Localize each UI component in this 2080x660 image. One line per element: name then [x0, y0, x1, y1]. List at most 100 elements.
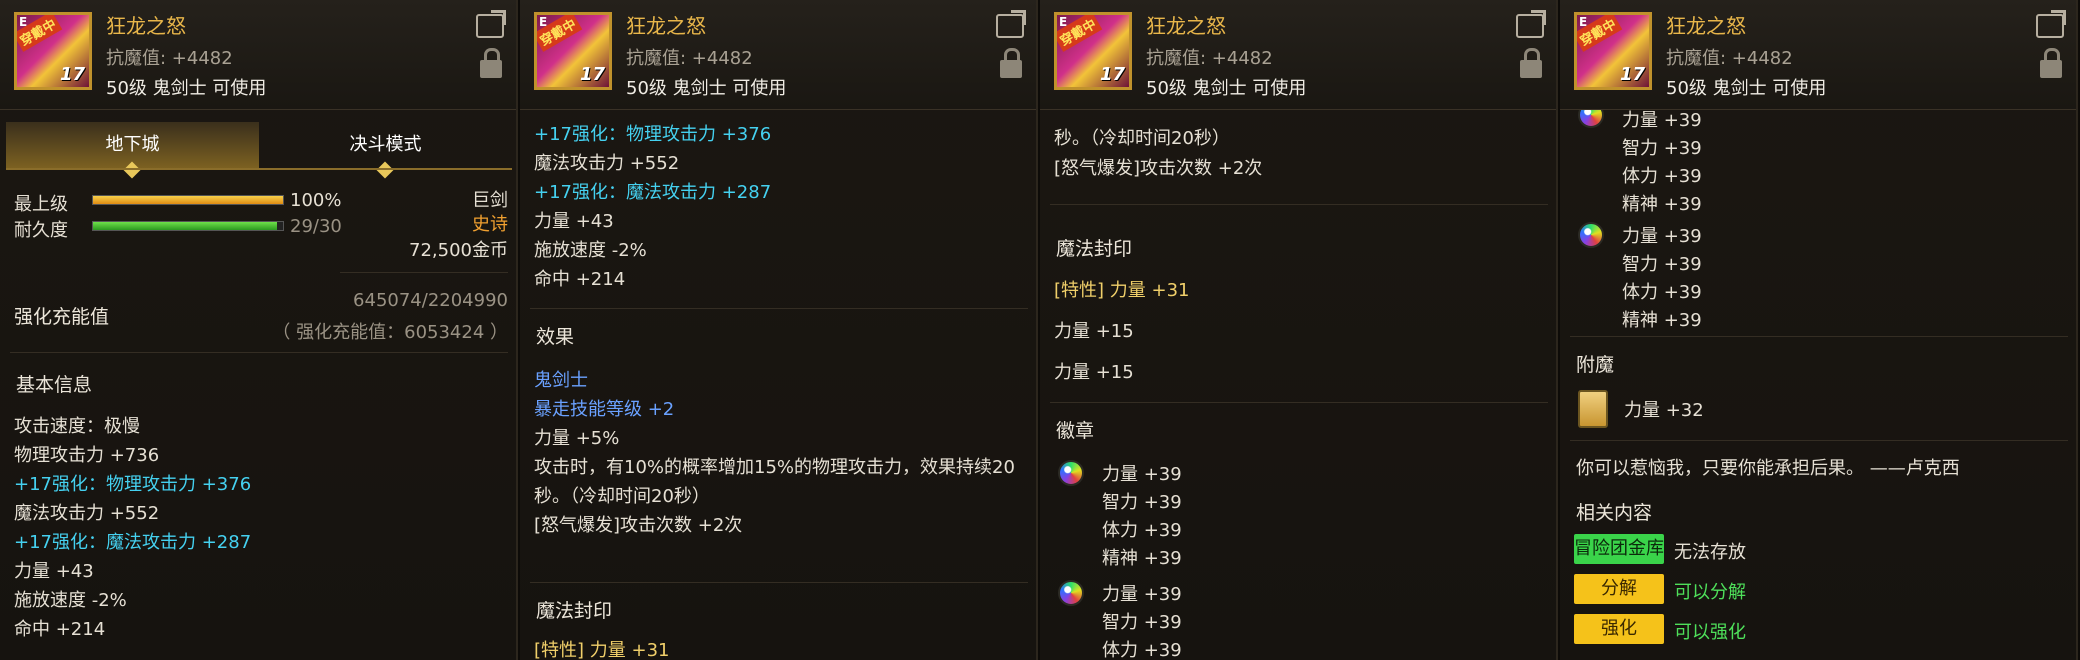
related-desc: 可以分解: [1674, 582, 1746, 603]
related-heading: 相关内容: [1576, 502, 1653, 524]
stat-line: [怒气爆发]攻击次数 +2次: [1054, 158, 1263, 179]
enchant-card-icon: [1578, 390, 1608, 428]
item-grade: 史诗: [472, 214, 508, 235]
reinforce-total: （ 强化充能值：6053424 ）: [272, 322, 508, 343]
tooltip-panel-3: E 穿戴中 17 狂龙之怒 抗魔值: +4482 50级 鬼剑士 可使用 秒。（…: [1040, 0, 1558, 660]
lock-icon[interactable]: [1520, 48, 1542, 78]
emblem-orb-icon: [1058, 460, 1084, 486]
divider: [1050, 402, 1548, 403]
item-requirement: 50级 鬼剑士 可使用: [106, 78, 267, 99]
anti-magic-value: 抗魔值: +4482: [106, 48, 233, 69]
durability-bar: [92, 221, 284, 231]
share-icon[interactable]: [476, 14, 504, 38]
item-header: E 穿戴中 17 狂龙之怒 抗魔值: +4482 50级 鬼剑士 可使用: [1040, 0, 1556, 110]
stat-line: 体力 +39: [1622, 282, 1702, 303]
item-header: E 穿戴中 17 狂龙之怒 抗魔值: +4482 50级 鬼剑士 可使用: [0, 0, 516, 110]
share-icon[interactable]: [2036, 14, 2064, 38]
anti-magic-value: 抗魔值: +4482: [1146, 48, 1273, 69]
related-button[interactable]: 分解: [1574, 574, 1664, 604]
effect-heading: 效果: [536, 326, 575, 348]
share-icon[interactable]: [1516, 14, 1544, 38]
seal-heading: 魔法封印: [1056, 238, 1133, 260]
item-requirement: 50级 鬼剑士 可使用: [626, 78, 787, 99]
item-price: 72,500金币: [409, 240, 508, 261]
stat-line: 攻击速度：极慢: [14, 416, 140, 437]
lock-icon[interactable]: [480, 48, 502, 78]
stat-line: +17强化：物理攻击力 +376: [534, 124, 772, 145]
stat-line: 鬼剑士: [534, 370, 588, 391]
mode-tabs: 地下城 决斗模式: [6, 122, 512, 179]
tab-duel[interactable]: 决斗模式: [259, 122, 512, 179]
related-button[interactable]: 强化: [1574, 614, 1664, 644]
stat-line: 力量 +39: [1622, 110, 1702, 131]
flavor-text: 你可以惹恼我，只要你能承担后果。 ——卢克西: [1576, 458, 1960, 479]
item-header: E 穿戴中 17 狂龙之怒 抗魔值: +4482 50级 鬼剑士 可使用: [520, 0, 1036, 110]
stat-line: 魔法攻击力 +552: [14, 503, 160, 524]
stat-line: +17强化：魔法攻击力 +287: [534, 182, 772, 203]
stat-line: 攻击时，有10%的概率增加15%的物理攻击力，效果持续20: [534, 457, 1015, 478]
stat-line: 力量 +43: [534, 211, 614, 232]
divider: [340, 272, 508, 273]
item-reinforce-level: 17: [1619, 64, 1645, 85]
emblem-orb-icon: [1058, 580, 1084, 606]
related-button[interactable]: 冒险团金库: [1574, 534, 1664, 564]
panel-content: 力量 +39 智力 +39 体力 +39 精神 +39 力量 +39 智力 +39 体力 …: [1560, 110, 2076, 660]
stat-line: 智力 +39: [1102, 612, 1182, 633]
item-name: 狂龙之怒: [106, 14, 186, 38]
stat-line: 精神 +39: [1622, 310, 1702, 331]
divider: [1570, 336, 2068, 337]
lock-icon[interactable]: [2040, 48, 2062, 78]
item-reinforce-level: 17: [59, 64, 85, 85]
stat-line: 命中 +214: [534, 269, 626, 290]
tooltip-panel-4: E 穿戴中 17 狂龙之怒 抗魔值: +4482 50级 鬼剑士 可使用 力量 …: [1560, 0, 2078, 660]
tab-underline: [6, 168, 512, 170]
stat-line: [怒气爆发]攻击次数 +2次: [534, 515, 743, 536]
stat-line: 暴走技能等级 +2: [534, 399, 675, 420]
related-desc: 可以强化: [1674, 622, 1746, 643]
divider: [530, 308, 1028, 309]
emblem-heading: 徽章: [1056, 420, 1095, 442]
tab-dungeon[interactable]: 地下城: [6, 122, 259, 179]
tab-indicator-icon: [376, 161, 394, 179]
item-requirement: 50级 鬼剑士 可使用: [1666, 78, 1827, 99]
item-icon: E 穿戴中 17: [1054, 12, 1132, 90]
stat-line: 力量 +15: [1054, 321, 1134, 342]
rarity-bar-fill: [93, 196, 283, 204]
item-name: 狂龙之怒: [1146, 14, 1226, 38]
stat-line: 体力 +39: [1622, 166, 1702, 187]
rarity-label: 最上级: [14, 194, 68, 215]
durability-value: 29/30: [290, 216, 342, 237]
stat-line: 体力 +39: [1102, 640, 1182, 660]
item-icon: E 穿戴中 17: [14, 12, 92, 90]
stat-line: 力量 +39: [1102, 584, 1182, 605]
stat-line: 体力 +39: [1102, 520, 1182, 541]
durability-bar-fill: [93, 222, 277, 230]
item-header: E 穿戴中 17 狂龙之怒 抗魔值: +4482 50级 鬼剑士 可使用: [1560, 0, 2076, 110]
durability-label: 耐久度: [14, 220, 68, 241]
panel-content: 秒。（冷却时间20秒） [怒气爆发]攻击次数 +2次 魔法封印 [特性] 力量 +…: [1040, 110, 1556, 660]
share-icon[interactable]: [996, 14, 1024, 38]
stat-line: +17强化：物理攻击力 +376: [14, 474, 252, 495]
item-name: 狂龙之怒: [1666, 14, 1746, 38]
panel-content: 地下城 决斗模式 最上级 100% 耐久度 29/30 巨剑 史诗 72,500…: [0, 110, 516, 660]
tab-dungeon-label: 地下城: [105, 134, 160, 155]
stat-line: [特性] 力量 +31: [1054, 280, 1190, 301]
weapon-type: 巨剑: [472, 190, 508, 211]
reinforce-value: 645074/2204990: [353, 290, 508, 311]
item-reinforce-level: 17: [1099, 64, 1125, 85]
stat-line: 魔法攻击力 +552: [534, 153, 680, 174]
stat-line: 精神 +39: [1622, 194, 1702, 215]
stat-line: 施放速度 -2%: [534, 240, 647, 261]
emblem-orb-icon: [1578, 110, 1604, 128]
tooltip-panel-1: E 穿戴中 17 狂龙之怒 抗魔值: +4482 50级 鬼剑士 可使用 地下城…: [0, 0, 518, 660]
divider: [10, 352, 508, 353]
seal-heading: 魔法封印: [536, 600, 613, 622]
stat-line: 力量 +39: [1622, 226, 1702, 247]
divider: [530, 582, 1028, 583]
enchant-heading: 附魔: [1576, 354, 1615, 376]
emblem-orb-icon: [1578, 222, 1604, 248]
lock-icon[interactable]: [1000, 48, 1022, 78]
stat-line: 命中 +214: [14, 619, 106, 640]
stat-line: 力量 +15: [1054, 362, 1134, 383]
tooltip-panel-2: E 穿戴中 17 狂龙之怒 抗魔值: +4482 50级 鬼剑士 可使用 +17…: [520, 0, 1038, 660]
